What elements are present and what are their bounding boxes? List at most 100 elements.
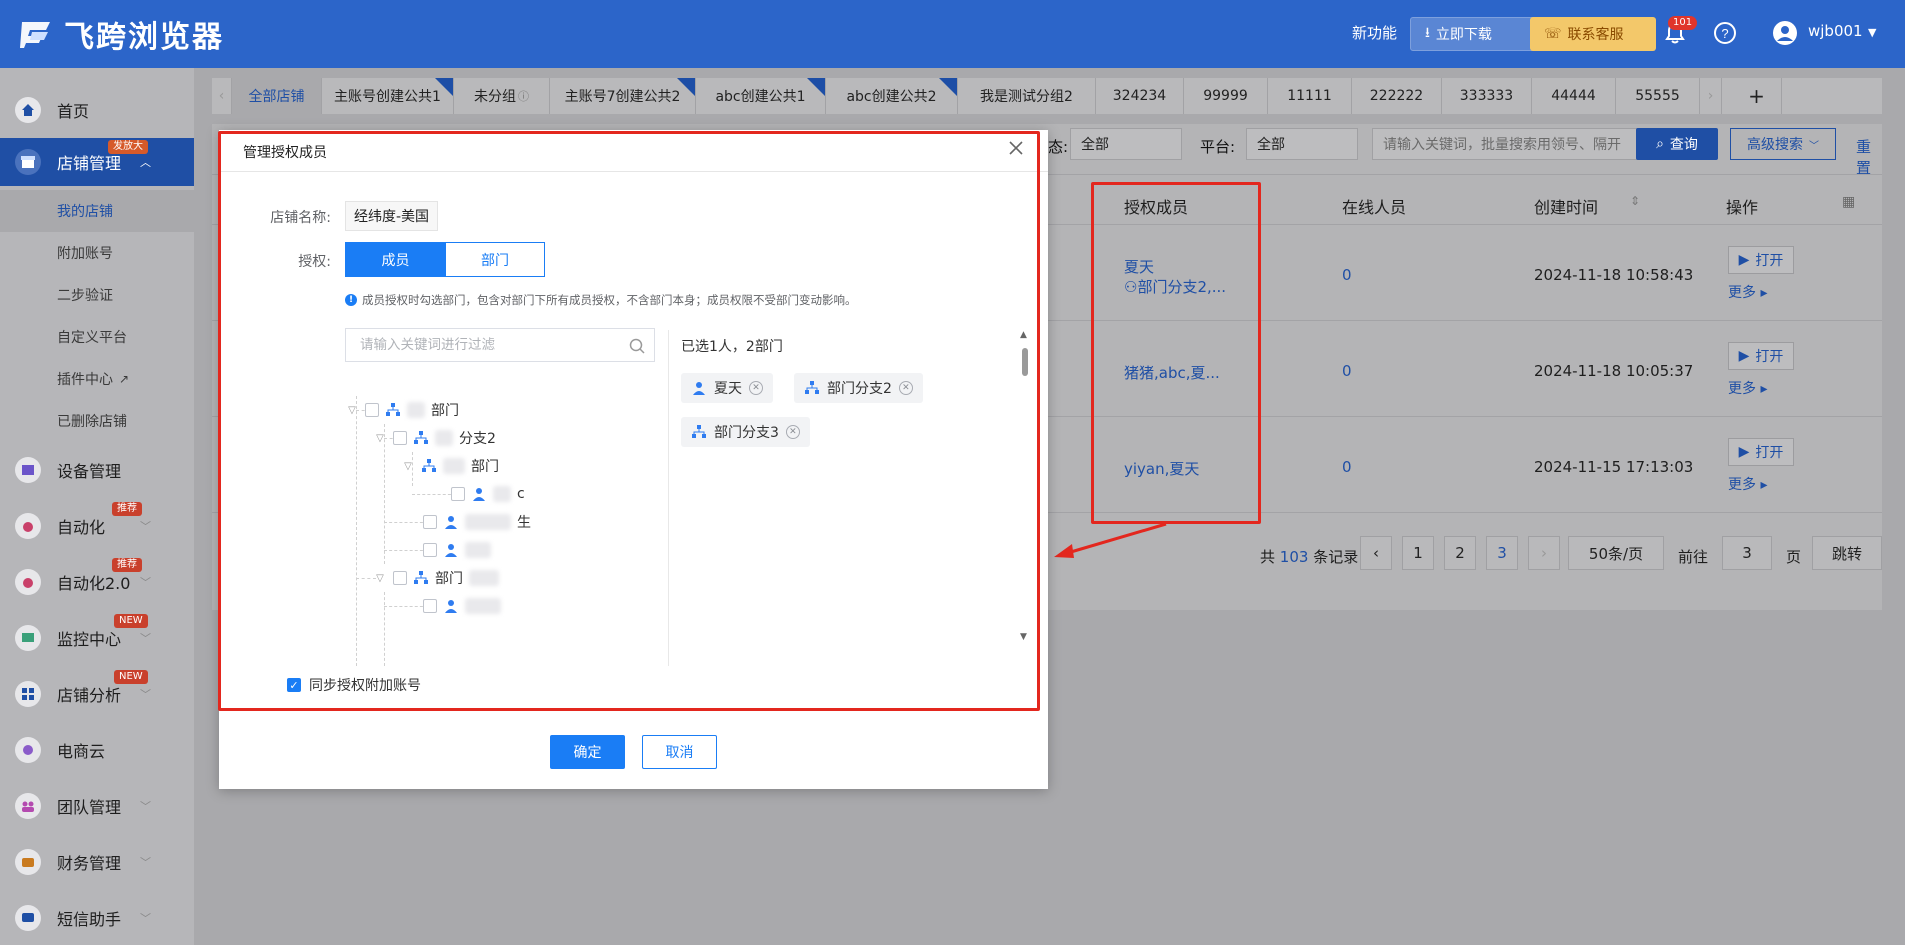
- page-next-button[interactable]: ›: [1528, 536, 1560, 570]
- notification-badge: 101: [1668, 16, 1698, 30]
- sidebar-item-monitor[interactable]: 监控中心 ﹀ NEW: [0, 614, 194, 662]
- wallet-icon: [15, 849, 41, 875]
- col-header-created[interactable]: 创建时间: [1534, 194, 1598, 218]
- play-icon: ▶: [1738, 348, 1750, 364]
- service-label: 联系客服: [1567, 27, 1624, 43]
- advanced-search-button[interactable]: 高级搜索 ﹀: [1730, 128, 1836, 160]
- sort-icon[interactable]: ⇕: [1630, 194, 1640, 208]
- username[interactable]: wjb001: [1808, 22, 1863, 40]
- reset-link[interactable]: 重置: [1856, 136, 1882, 178]
- sidebar-item-device[interactable]: 设备管理: [0, 446, 194, 494]
- page-size-value: 50条/页: [1588, 544, 1644, 563]
- query-button[interactable]: ⌕ 查询: [1636, 128, 1718, 160]
- advanced-label: 高级搜索: [1747, 137, 1803, 153]
- sidebar-item-home[interactable]: 首页: [0, 86, 194, 134]
- goto-prefix: 前往: [1678, 548, 1709, 566]
- tab-label: abc创建公共2: [846, 89, 937, 105]
- goto-page-input[interactable]: 3: [1722, 536, 1772, 570]
- sidebar-item-store-analysis[interactable]: 店铺分析 ﹀ NEW: [0, 670, 194, 718]
- online-count[interactable]: 0: [1342, 458, 1352, 476]
- chevron-up-icon: ︿: [140, 156, 151, 169]
- sidebar-item-label: 设备管理: [57, 462, 122, 481]
- sms-icon: [15, 905, 41, 931]
- tab-group[interactable]: 55555: [1616, 78, 1700, 114]
- tab-group[interactable]: 44444: [1532, 78, 1616, 114]
- page-3-button[interactable]: 3: [1486, 536, 1518, 570]
- sidebar-sub-plugin-center[interactable]: 插件中心 ↗: [0, 358, 194, 400]
- tab-group[interactable]: 未分组 ⓘ: [454, 78, 550, 114]
- tab-label: 主账号7创建公共2: [564, 89, 681, 105]
- tab-group[interactable]: 333333: [1442, 78, 1532, 114]
- open-label: 打开: [1755, 349, 1784, 365]
- tab-group[interactable]: 11111: [1268, 78, 1352, 114]
- brand-name: 飞跨浏览器: [64, 20, 224, 55]
- sidebar-item-team[interactable]: 团队管理 ﹀: [0, 782, 194, 830]
- sidebar-item-sms[interactable]: 短信助手 ﹀: [0, 894, 194, 942]
- online-count[interactable]: 0: [1342, 362, 1352, 380]
- tab-group[interactable]: 主账号创建公共1: [322, 78, 454, 114]
- sidebar-sub-extra-accounts[interactable]: 附加账号: [0, 232, 194, 274]
- cancel-button[interactable]: 取消: [642, 735, 717, 769]
- tab-group[interactable]: 主账号7创建公共2: [550, 78, 696, 114]
- page-prev-button[interactable]: ‹: [1360, 536, 1392, 570]
- tab-all-stores[interactable]: 全部店铺: [232, 78, 322, 114]
- page-1-button[interactable]: 1: [1402, 536, 1434, 570]
- sidebar-item-store-management[interactable]: 店铺管理 ︿ 发放大: [0, 138, 194, 186]
- tab-label: 未分组: [474, 89, 516, 105]
- home-icon: [15, 97, 41, 123]
- more-link[interactable]: 更多 ▸: [1728, 378, 1767, 398]
- confirm-button[interactable]: 确定: [550, 735, 625, 769]
- status-filter-value: 全部: [1081, 137, 1109, 153]
- online-count[interactable]: 0: [1342, 266, 1352, 284]
- brand-logo: 飞跨浏览器: [18, 14, 224, 55]
- public-corner-icon: [677, 78, 695, 96]
- chevron-down-icon: ﹀: [140, 856, 151, 869]
- sidebar-sub-two-step[interactable]: 二步验证: [0, 274, 194, 316]
- recommend-tag: 推荐: [112, 502, 142, 516]
- jump-button[interactable]: 跳转: [1812, 536, 1882, 570]
- sidebar-item-ecommerce-cloud[interactable]: 电商云: [0, 726, 194, 774]
- platform-filter-select[interactable]: 全部: [1246, 128, 1358, 160]
- tabs-prev-arrow[interactable]: ‹: [212, 78, 232, 114]
- play-icon: ▶: [1738, 252, 1750, 268]
- sidebar-item-label: 监控中心: [57, 630, 122, 649]
- chevron-down-icon[interactable]: ▼: [1868, 26, 1876, 39]
- status-filter-select[interactable]: 全部: [1070, 128, 1182, 160]
- avatar[interactable]: [1772, 20, 1798, 46]
- sidebar-item-automation-2[interactable]: 自动化2.0 ﹀ 推荐: [0, 558, 194, 606]
- robot-icon: [15, 513, 41, 539]
- tabs-next-arrow[interactable]: ›: [1700, 78, 1722, 114]
- open-button[interactable]: ▶ 打开: [1728, 438, 1794, 466]
- annotation-arrow: [1054, 522, 1167, 558]
- new-feature-link[interactable]: 新功能: [1352, 22, 1397, 43]
- tab-group[interactable]: 99999: [1184, 78, 1268, 114]
- sidebar-sub-custom-platform[interactable]: 自定义平台: [0, 316, 194, 358]
- cloud-icon: [15, 737, 41, 763]
- tab-group[interactable]: 324234: [1096, 78, 1184, 114]
- sidebar-item-label: 团队管理: [57, 798, 122, 817]
- tab-group[interactable]: 我是测试分组2: [958, 78, 1096, 114]
- more-link[interactable]: 更多 ▸: [1728, 282, 1767, 302]
- sidebar-item-finance[interactable]: 财务管理 ﹀: [0, 838, 194, 886]
- keyword-search-input[interactable]: 请输入关键词，批量搜索用领号、隔开: [1372, 128, 1638, 160]
- sidebar-item-automation[interactable]: 自动化 ﹀ 推荐: [0, 502, 194, 550]
- tab-group[interactable]: abc创建公共2: [826, 78, 958, 114]
- contact-service-button[interactable]: ☏ 联系客服: [1530, 17, 1656, 51]
- add-tab-button[interactable]: +: [1732, 78, 1782, 114]
- sidebar-item-label: 自动化: [57, 518, 106, 537]
- sidebar-sub-deleted-stores[interactable]: 已删除店铺: [0, 400, 194, 442]
- more-link[interactable]: 更多 ▸: [1728, 474, 1767, 494]
- tab-group[interactable]: abc创建公共1: [696, 78, 826, 114]
- chevron-down-icon: ﹀: [140, 632, 151, 645]
- new-tag: NEW: [114, 614, 148, 628]
- tab-group[interactable]: 222222: [1352, 78, 1442, 114]
- page-2-button[interactable]: 2: [1444, 536, 1476, 570]
- help-icon[interactable]: ?: [1712, 20, 1738, 46]
- open-button[interactable]: ▶ 打开: [1728, 342, 1794, 370]
- sidebar-sub-my-stores[interactable]: 我的店铺: [0, 190, 194, 232]
- column-settings-icon[interactable]: ▦: [1842, 194, 1855, 210]
- created-time: 2024-11-18 10:05:37: [1534, 362, 1694, 380]
- download-button[interactable]: ⭳ 立即下载: [1410, 17, 1540, 51]
- open-button[interactable]: ▶ 打开: [1728, 246, 1794, 274]
- page-size-select[interactable]: 50条/页: [1568, 536, 1664, 570]
